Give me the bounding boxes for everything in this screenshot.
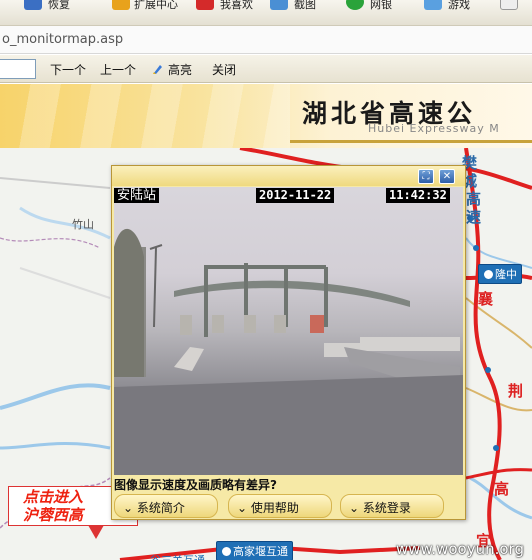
fullscreen-icon[interactable]: ⛶ xyxy=(418,169,434,184)
map-label-gao-2: 高 xyxy=(494,480,510,498)
camera-pin-longzhong[interactable]: 隆中 xyxy=(478,264,522,284)
help-label: 使用帮助 xyxy=(250,501,299,515)
address-bar[interactable]: o_monitormap.asp xyxy=(0,26,532,54)
extension-icon[interactable] xyxy=(112,0,130,10)
netbank-icon[interactable] xyxy=(346,0,364,10)
site-banner: 湖北省高速公 Hubei Expressway M xyxy=(0,84,532,148)
callout-line-1: 点击进入 xyxy=(23,488,84,506)
camera-video[interactable]: 安陆站 2012-11-22 11:42:32 xyxy=(114,187,463,475)
close-icon[interactable]: ✕ xyxy=(439,169,455,184)
help-button[interactable]: ⌄ 使用帮助 xyxy=(228,494,332,518)
restore-icon[interactable] xyxy=(24,0,42,10)
find-next-button[interactable]: 下一个 xyxy=(50,61,86,78)
system-intro-label: 系统简介 xyxy=(136,501,185,515)
find-bar: 下一个 上一个 高亮 关闭 xyxy=(0,55,532,83)
chevron-down-icon: ⌄ xyxy=(349,501,360,515)
chevron-down-icon: ⌄ xyxy=(237,501,248,515)
find-close-button[interactable]: 关闭 xyxy=(212,61,236,78)
banner-pattern xyxy=(0,84,290,148)
map-label-xiang: 襄 xyxy=(478,290,494,308)
video-date: 2012-11-22 xyxy=(256,188,335,203)
site-subtitle: Hubei Expressway M xyxy=(368,122,500,135)
camera-pin-gaojiayan[interactable]: 高家堰互通 xyxy=(216,541,293,560)
game-icon[interactable] xyxy=(424,0,442,10)
chevron-down-icon: ⌄ xyxy=(123,501,134,515)
banner-underline xyxy=(290,140,532,143)
browser-toolbar: 恢复 扩展中心 我喜欢 截图 网银 游戏 xyxy=(0,0,532,26)
login-label: 系统登录 xyxy=(362,501,411,515)
find-input[interactable] xyxy=(0,59,36,79)
find-highlight-button[interactable]: 高亮 xyxy=(168,61,192,78)
toolbar-restore[interactable]: 恢复 xyxy=(48,0,70,12)
speed-notice: 图像显示速度及画质略有差异? xyxy=(114,478,277,492)
callout-line-2: 沪蓉西高 xyxy=(23,506,84,524)
watermark: www.wooyun.org xyxy=(395,540,524,558)
map-label-su: 速 xyxy=(466,208,482,226)
mail-icon[interactable] xyxy=(500,0,518,10)
popup-titlebar[interactable]: ⛶ ✕ xyxy=(112,166,465,186)
system-intro-button[interactable]: ⌄ 系统简介 xyxy=(114,494,218,518)
map-label-gusanguan: 谷三关互通 xyxy=(150,552,205,560)
screenshot-icon[interactable] xyxy=(270,0,288,10)
video-time: 11:42:32 xyxy=(386,188,450,203)
highlight-icon[interactable] xyxy=(152,63,164,75)
favorite-icon[interactable] xyxy=(196,0,214,10)
login-button[interactable]: ⌄ 系统登录 xyxy=(340,494,444,518)
map-label-jing: 荆 xyxy=(508,382,524,400)
camera-popup: ⛶ ✕ 安陆站 2012-11-22 11:42:32 图像显示速度及画质略有差… xyxy=(111,165,466,520)
toolbar-screenshot[interactable]: 截图 xyxy=(294,0,316,12)
toll-plaza-image xyxy=(114,228,463,475)
toolbar-netbank[interactable]: 网银 xyxy=(370,0,392,12)
address-text: o_monitormap.asp xyxy=(2,32,124,47)
toolbar-favorite[interactable]: 我喜欢 xyxy=(220,0,253,12)
find-prev-button[interactable]: 上一个 xyxy=(100,61,136,78)
callout-tail xyxy=(88,525,104,539)
map-label-zhushan: 竹山 xyxy=(72,218,94,231)
toolbar-game[interactable]: 游戏 xyxy=(448,0,470,12)
station-name: 安陆站 xyxy=(114,188,160,203)
toolbar-extensions[interactable]: 扩展中心 xyxy=(134,0,178,12)
